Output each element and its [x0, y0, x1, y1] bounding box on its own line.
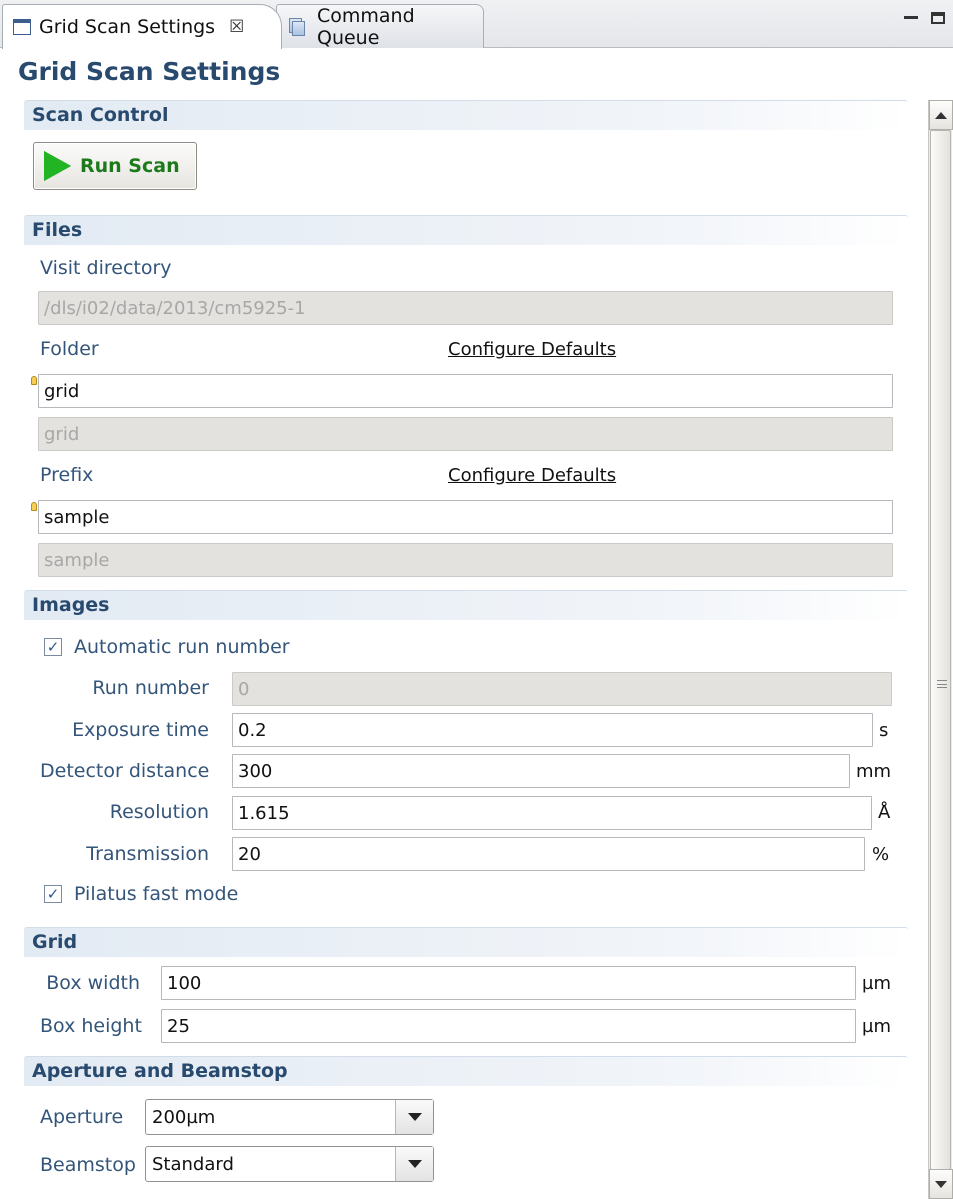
box-width-input[interactable] [161, 966, 856, 1000]
run-number-label: Run number [92, 677, 209, 699]
detector-distance-label: Detector distance [40, 760, 210, 782]
tab-label: Grid Scan Settings [39, 16, 216, 38]
detector-distance-unit: mm [856, 761, 892, 782]
content-assist-icon [31, 376, 37, 385]
resolution-unit: Å [878, 802, 891, 823]
exposure-time-unit: s [879, 720, 889, 741]
page-title: Grid Scan Settings [18, 57, 281, 86]
transmission-unit: % [872, 844, 890, 865]
box-width-label: Box width [46, 972, 140, 994]
tab-label: Command Queue [317, 4, 415, 49]
aperture-label: Aperture [40, 1106, 124, 1128]
visit-directory-label: Visit directory [40, 257, 172, 279]
auto-run-number-label: Automatic run number [74, 636, 290, 658]
view-icon [13, 19, 31, 35]
chevron-down-icon[interactable] [395, 1100, 433, 1134]
box-height-label: Box height [40, 1015, 142, 1037]
section-scan-control[interactable]: Scan Control [24, 100, 908, 130]
prefix-configure-defaults-link[interactable]: Configure Defaults [448, 465, 616, 486]
box-width-unit: µm [862, 973, 891, 994]
folder-configure-defaults-link[interactable]: Configure Defaults [448, 339, 616, 360]
folder-preview-field [38, 417, 893, 451]
view-tab-bar: Grid Scan Settings ☒ Command Queue [0, 0, 953, 49]
section-files[interactable]: Files [24, 215, 908, 245]
close-icon[interactable]: ☒ [229, 17, 244, 37]
visit-directory-field [38, 291, 893, 325]
box-height-input[interactable] [161, 1009, 856, 1043]
section-aperture-beamstop[interactable]: Aperture and Beamstop [24, 1056, 908, 1086]
run-scan-label: Run Scan [80, 155, 180, 177]
grip-icon [937, 680, 947, 688]
queue-icon [287, 17, 309, 37]
prefix-preview-field [38, 543, 893, 577]
aperture-selected-value: 200µm [152, 1106, 216, 1128]
section-images[interactable]: Images [24, 590, 908, 620]
scroll-thumb[interactable] [930, 130, 951, 1170]
detector-distance-input[interactable] [232, 754, 850, 788]
run-number-field [232, 672, 892, 706]
auto-run-number-checkbox[interactable]: ✓ [44, 638, 62, 656]
pilatus-fast-mode-label: Pilatus fast mode [74, 883, 239, 905]
minimize-icon[interactable] [904, 16, 918, 19]
scroll-up-icon[interactable] [929, 100, 953, 130]
prefix-label: Prefix [40, 464, 94, 486]
transmission-input[interactable] [232, 837, 865, 871]
maximize-icon[interactable] [931, 12, 945, 24]
resolution-label: Resolution [109, 801, 209, 823]
transmission-label: Transmission [86, 843, 209, 865]
prefix-input[interactable] [38, 500, 893, 534]
beamstop-select[interactable]: Standard [145, 1146, 434, 1182]
folder-label: Folder [40, 338, 99, 360]
pilatus-fast-mode-checkbox[interactable]: ✓ [44, 885, 62, 903]
play-icon [44, 151, 71, 181]
vertical-scrollbar[interactable] [928, 100, 953, 1199]
scroll-down-icon[interactable] [929, 1169, 953, 1199]
folder-input[interactable] [38, 374, 893, 408]
section-grid[interactable]: Grid [24, 927, 908, 957]
tab-grid-scan-settings[interactable]: Grid Scan Settings ☒ [2, 4, 282, 49]
beamstop-label: Beamstop [40, 1154, 136, 1176]
resolution-input[interactable] [232, 796, 872, 830]
exposure-time-input[interactable] [232, 713, 873, 747]
tab-command-queue[interactable]: Command Queue [276, 4, 484, 49]
content-assist-icon [31, 502, 37, 511]
beamstop-selected-value: Standard [152, 1153, 234, 1175]
exposure-time-label: Exposure time [72, 719, 209, 741]
box-height-unit: µm [862, 1016, 891, 1037]
aperture-select[interactable]: 200µm [145, 1099, 434, 1135]
chevron-down-icon[interactable] [395, 1147, 433, 1181]
run-scan-button[interactable]: Run Scan [33, 142, 197, 190]
